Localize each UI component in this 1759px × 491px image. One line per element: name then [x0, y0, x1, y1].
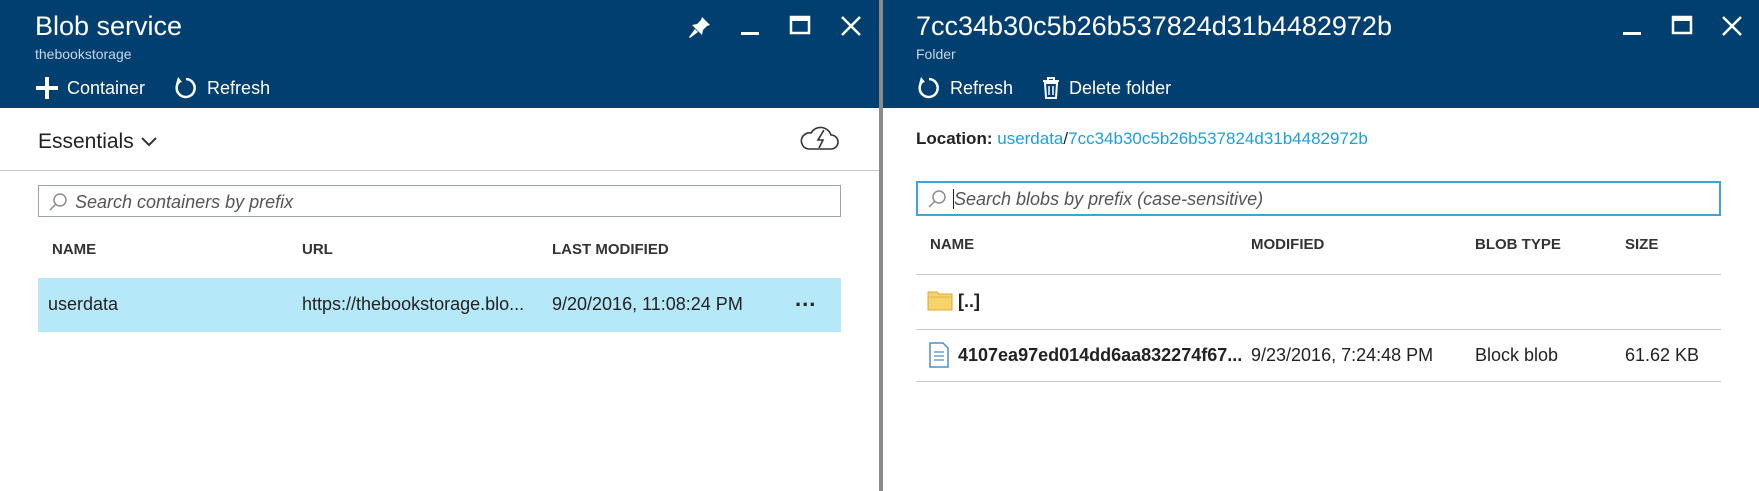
maximize-icon[interactable]: [783, 10, 817, 44]
column-header-url[interactable]: URL: [302, 241, 333, 258]
file-icon: [929, 342, 949, 368]
essentials-toggle[interactable]: Essentials: [38, 130, 134, 154]
cloud-lightning-icon[interactable]: [798, 124, 840, 154]
blob-name: 4107ea97ed014dd6aa832274f67...: [958, 345, 1243, 365]
container-search-input[interactable]: Search containers by prefix: [38, 185, 841, 217]
container-last-modified: 9/20/2016, 11:08:24 PM: [552, 294, 743, 314]
container-name: userdata: [48, 294, 119, 314]
blade-header: Blob service thebookstorage Container Re…: [0, 0, 880, 108]
breadcrumb: Location: userdata/7cc34b30c5b26b537824d…: [916, 129, 1368, 149]
pin-icon[interactable]: [683, 10, 717, 44]
table-row[interactable]: 4107ea97ed014dd6aa832274f67... 9/23/2016…: [916, 330, 1721, 381]
blob-size: 61.62 KB: [1625, 345, 1700, 365]
refresh-icon: [918, 77, 939, 99]
search-placeholder: Search containers by prefix: [75, 192, 294, 212]
more-options-button[interactable]: ...: [795, 286, 816, 312]
table-row[interactable]: [..]: [916, 275, 1721, 329]
column-header-blob-type[interactable]: BLOB TYPE: [1475, 236, 1561, 253]
breadcrumb-link-folder[interactable]: 7cc34b30c5b26b537824d31b4482972b: [1068, 129, 1368, 148]
column-header-last-modified[interactable]: LAST MODIFIED: [552, 241, 669, 258]
table-divider: [916, 381, 1721, 382]
breadcrumb-link-userdata[interactable]: userdata: [997, 129, 1063, 148]
maximize-icon[interactable]: [1665, 10, 1699, 44]
search-icon: [49, 193, 67, 211]
add-container-label: Container: [67, 77, 146, 98]
blob-type: Block blob: [1475, 345, 1559, 365]
blade-title: Blob service: [35, 11, 183, 41]
folder-blade: 7cc34b30c5b26b537824d31b4482972b Folder …: [883, 0, 1759, 491]
close-icon[interactable]: [1715, 10, 1749, 44]
minimize-icon[interactable]: [1615, 10, 1649, 44]
parent-folder-name: [..]: [958, 291, 980, 311]
command-bar: Refresh Delete folder: [916, 72, 1171, 104]
refresh-button[interactable]: Refresh: [916, 72, 1013, 104]
refresh-label: Refresh: [207, 77, 271, 98]
column-header-name[interactable]: NAME: [930, 236, 974, 253]
add-container-button[interactable]: Container: [35, 72, 145, 104]
column-header-name[interactable]: NAME: [52, 241, 96, 258]
blob-modified: 9/23/2016, 7:24:48 PM: [1251, 345, 1434, 365]
blade-subtitle: thebookstorage: [35, 46, 132, 62]
blade-subtitle: Folder: [916, 46, 956, 62]
blob-service-blade: Blob service thebookstorage Container Re…: [0, 0, 880, 491]
table-row[interactable]: userdata https://thebookstorage.blo... 9…: [38, 278, 841, 332]
minimize-icon[interactable]: [733, 10, 767, 44]
search-icon: [928, 190, 946, 208]
command-bar: Container Refresh: [35, 72, 270, 104]
trash-icon: [1043, 77, 1060, 99]
search-placeholder: Search blobs by prefix (case-sensitive): [954, 189, 1264, 209]
column-header-size[interactable]: SIZE: [1625, 236, 1658, 253]
blade-title: 7cc34b30c5b26b537824d31b4482972b: [916, 11, 1392, 41]
chevron-down-icon[interactable]: [140, 136, 158, 148]
refresh-button[interactable]: Refresh: [173, 72, 270, 104]
delete-folder-button[interactable]: Delete folder: [1041, 72, 1171, 104]
delete-folder-label: Delete folder: [1069, 77, 1172, 98]
column-header-modified[interactable]: MODIFIED: [1251, 236, 1324, 253]
container-url: https://thebookstorage.blo...: [302, 294, 525, 314]
refresh-icon: [175, 77, 196, 99]
plus-icon: [36, 77, 58, 99]
blob-search-input[interactable]: Search blobs by prefix (case-sensitive): [916, 181, 1721, 216]
close-icon[interactable]: [834, 10, 868, 44]
folder-icon: [927, 291, 953, 311]
blade-header: 7cc34b30c5b26b537824d31b4482972b Folder …: [883, 0, 1759, 108]
essentials-bar: Essentials: [0, 108, 880, 171]
refresh-label: Refresh: [950, 77, 1014, 98]
location-label: Location:: [916, 129, 993, 148]
